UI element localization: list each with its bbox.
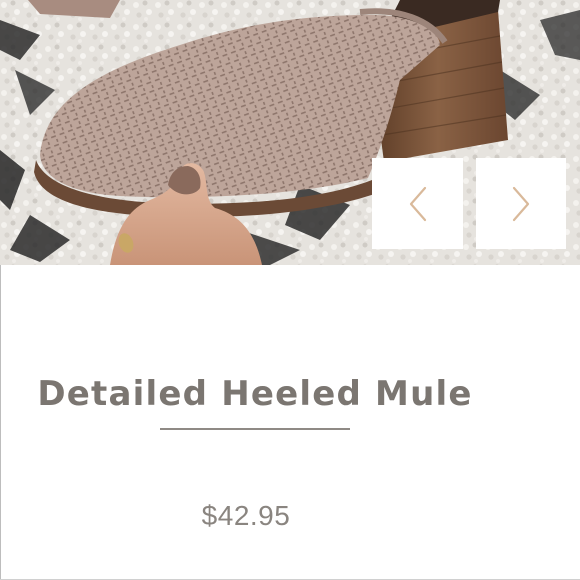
carousel-next-button[interactable] [476,158,566,249]
title-divider [160,428,350,430]
product-price: $42.95 [201,500,291,531]
product-image[interactable] [0,0,580,265]
product-page: Detailed Heeled Mule $42.95 [0,0,580,580]
left-border [0,265,1,580]
chevron-right-icon [512,186,530,221]
carousel-prev-button[interactable] [372,158,463,249]
chevron-left-icon [409,186,426,221]
product-title: Detailed Heeled Mule [37,374,473,414]
